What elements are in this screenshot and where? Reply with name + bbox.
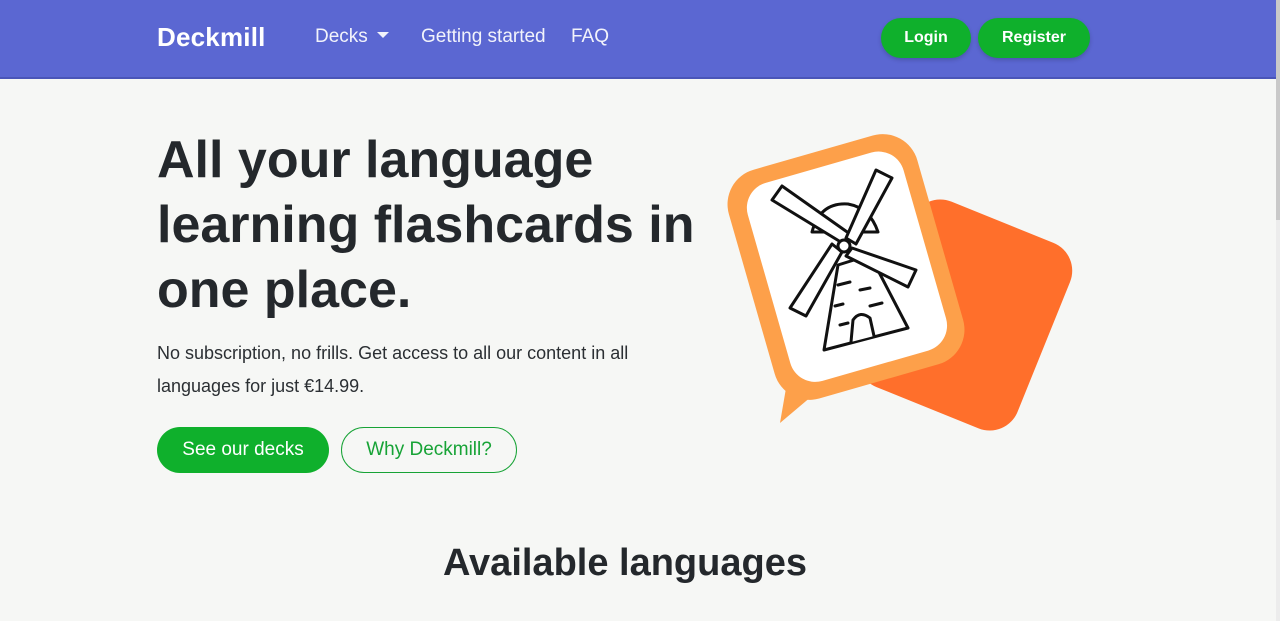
nav-decks-dropdown[interactable]: Decks [315,26,389,48]
why-deckmill-button[interactable]: Why Deckmill? [341,427,517,473]
register-button[interactable]: Register [978,18,1090,58]
flashcards-illustration [727,134,1073,431]
nav-decks-label: Decks [315,26,368,47]
scrollbar-thumb[interactable] [1276,0,1280,220]
login-button[interactable]: Login [881,18,971,58]
hero-subtitle: No subscription, no frills. Get access t… [157,343,629,396]
hero-illustration [720,120,1100,480]
nav-getting-started[interactable]: Getting started [421,26,546,48]
brand-logo[interactable]: Deckmill [157,22,266,53]
nav-faq[interactable]: FAQ [571,26,609,48]
chevron-down-icon [376,32,389,38]
page-scrollbar[interactable] [1276,0,1280,621]
top-navbar: Deckmill Decks Getting started FAQ Login… [0,0,1276,79]
see-our-decks-button[interactable]: See our decks [157,427,329,473]
hero-title: All your language learning flashcards in… [157,131,695,319]
available-languages-heading: Available languages [443,542,807,584]
